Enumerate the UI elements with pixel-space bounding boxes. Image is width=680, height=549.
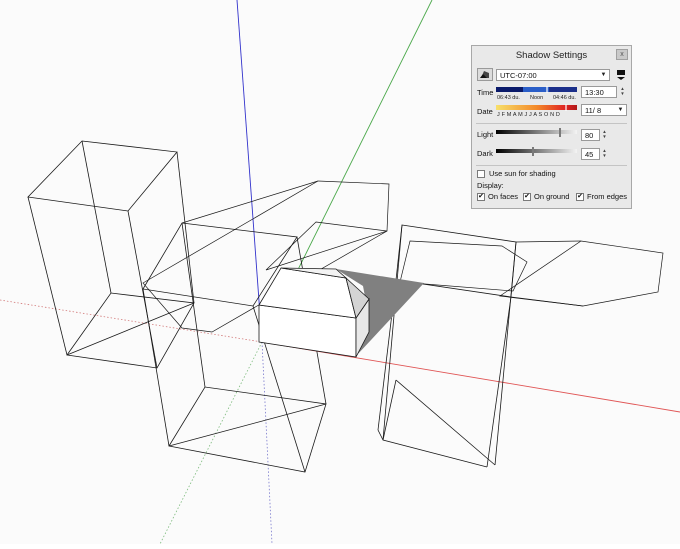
time-slider-track: [496, 86, 577, 93]
time-input[interactable]: 13:30: [581, 86, 617, 98]
light-slider[interactable]: [496, 128, 577, 137]
expand-icon: [617, 70, 625, 80]
close-button[interactable]: x: [616, 49, 628, 60]
dark-label: Dark: [477, 149, 493, 158]
sunrise-label: 06:43 du.: [497, 95, 520, 101]
on-ground-check: ✔: [524, 193, 530, 200]
time-label: Time: [477, 88, 494, 97]
light-label: Light: [477, 130, 494, 139]
separator: [476, 123, 627, 124]
chevron-down-icon: ▼: [617, 107, 624, 113]
use-sun-label: Use sun for shading: [489, 169, 556, 178]
outline-box-right: [377, 224, 517, 468]
outline-box-left: [27, 140, 195, 369]
light-input[interactable]: 80: [581, 129, 600, 141]
shadow-toggle-button[interactable]: [477, 68, 493, 81]
dark-spinner[interactable]: ▲ ▼: [601, 148, 608, 159]
from-edges-check: ✔: [577, 193, 583, 200]
from-edges-label: From edges: [587, 192, 628, 201]
use-sun-checkbox[interactable]: [477, 170, 485, 178]
light-spinner[interactable]: ▲ ▼: [601, 129, 608, 140]
sunset-label: 04:46 du.: [553, 95, 576, 101]
light-value: 80: [585, 131, 594, 140]
noon-label: Noon: [530, 95, 544, 101]
display-label: Display:: [477, 181, 504, 190]
dark-input[interactable]: 45: [581, 148, 600, 160]
panel-titlebar[interactable]: Shadow Settings x: [472, 46, 631, 64]
chevron-down-icon: ▼: [600, 72, 607, 78]
expand-panel-button[interactable]: [615, 68, 627, 81]
sun-shadow-icon: [480, 71, 489, 78]
panel-title: Shadow Settings: [515, 50, 588, 61]
shadow-settings-panel: Shadow Settings x UTC-07:00 ▼ Time 06:43…: [471, 45, 632, 209]
months-scale: J F M A M J J A S O N D: [497, 112, 561, 118]
on-ground-label: On ground: [534, 192, 570, 201]
red-axis-dotted: [0, 299, 263, 343]
separator: [476, 165, 627, 166]
date-slider[interactable]: [496, 104, 577, 111]
light-slider-track: [496, 128, 577, 137]
date-slider-track: [496, 104, 577, 111]
house-model: [258, 267, 370, 358]
dark-value: 45: [585, 150, 594, 159]
dark-slider[interactable]: [496, 147, 577, 156]
timezone-value: UTC-07:00: [500, 71, 537, 80]
on-faces-checkbox[interactable]: ✔: [477, 193, 485, 201]
time-spinner[interactable]: ▲ ▼: [619, 86, 626, 97]
dark-slider-track: [496, 147, 577, 156]
timezone-select[interactable]: UTC-07:00 ▼: [496, 69, 610, 81]
date-select[interactable]: 11/ 8 ▼: [581, 104, 627, 116]
time-slider[interactable]: [496, 86, 577, 93]
time-value: 13:30: [585, 88, 604, 97]
on-ground-checkbox[interactable]: ✔: [523, 193, 531, 201]
on-faces-check: ✔: [478, 193, 484, 200]
green-axis-dotted: [159, 341, 263, 545]
date-value: 11/ 8: [585, 106, 602, 115]
blue-axis: [236, 0, 263, 343]
date-label: Date: [477, 107, 493, 116]
blue-axis-dotted: [261, 341, 273, 545]
from-edges-checkbox[interactable]: ✔: [576, 193, 584, 201]
on-faces-label: On faces: [488, 192, 519, 201]
